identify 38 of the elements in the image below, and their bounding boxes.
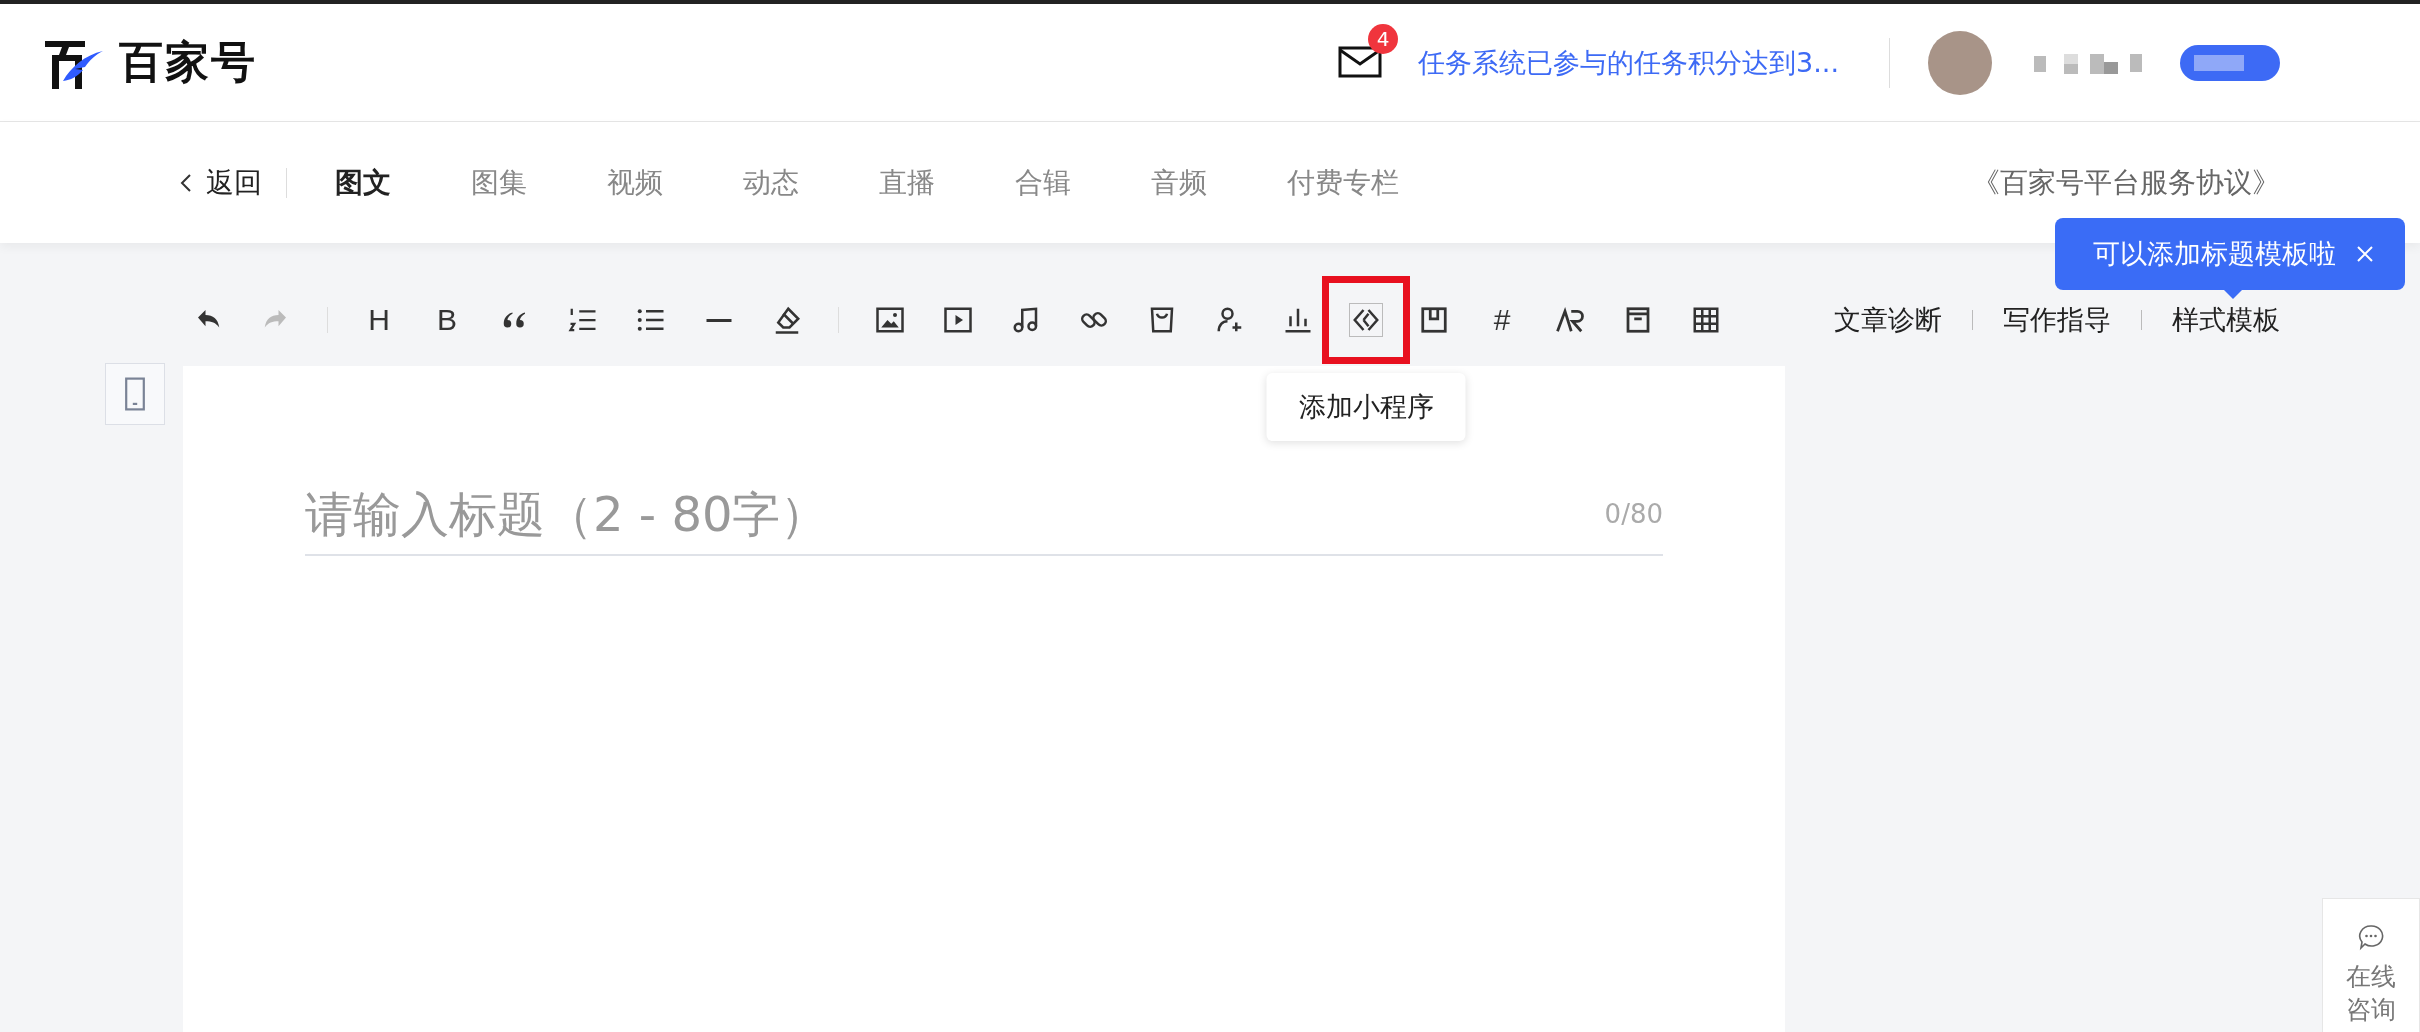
bookmark-icon	[1419, 305, 1449, 335]
toolbar-link[interactable]: 文章诊断	[1834, 302, 1942, 338]
mail-icon	[1338, 45, 1383, 78]
logo-text: 百家号	[119, 35, 257, 89]
title-input[interactable]: 请输入标题（2 - 80字）	[305, 486, 1605, 542]
chat-bubble-icon	[2357, 923, 2385, 951]
nav-tab[interactable]: 图集	[471, 163, 527, 202]
mobile-preview-button[interactable]	[105, 363, 165, 425]
chevron-left-icon	[180, 172, 192, 193]
messages-button[interactable]	[1338, 45, 1383, 78]
toolbar-link[interactable]: 样式模板	[2172, 302, 2280, 338]
table-icon	[1691, 305, 1721, 335]
char-counter: 0/80	[1604, 499, 1663, 529]
phone-icon	[124, 376, 146, 412]
online-consult-button[interactable]: 在线咨询	[2322, 898, 2420, 1032]
ar-icon	[1555, 305, 1585, 335]
notification-badge: 4	[1368, 23, 1399, 54]
nav-tab[interactable]: 合辑	[1015, 163, 1071, 202]
toolbar-button[interactable]	[1349, 303, 1383, 337]
image-icon	[875, 305, 905, 335]
play-icon	[943, 305, 973, 335]
tip-text: 可以添加标题模板啦	[2093, 237, 2336, 271]
nav-tab[interactable]: 直播	[879, 163, 935, 202]
toolbar-button[interactable]: #	[1485, 303, 1519, 337]
toolbar-button[interactable]: H	[362, 303, 396, 337]
toolbar-button[interactable]: B	[430, 303, 464, 337]
back-link[interactable]: 返回	[180, 163, 262, 202]
tooltip: 添加小程序	[1266, 373, 1466, 441]
nav-tab[interactable]: 付费专栏	[1287, 163, 1399, 202]
toolbar-link[interactable]: 写作指导	[2003, 302, 2111, 338]
nav-tab[interactable]: 动态	[743, 163, 799, 202]
nav-tab[interactable]: 音频	[1151, 163, 1207, 202]
nav-tab[interactable]: 视频	[607, 163, 663, 202]
nav-tab[interactable]: 图文	[335, 163, 391, 202]
horizontal-rule-icon	[704, 318, 734, 322]
close-icon[interactable]	[2355, 244, 2375, 264]
agreement-link[interactable]: 《百家号平台服务协议》	[1972, 163, 2280, 202]
notification-link[interactable]: 任务系统已参与的任务积分达到3...	[1418, 44, 1839, 81]
